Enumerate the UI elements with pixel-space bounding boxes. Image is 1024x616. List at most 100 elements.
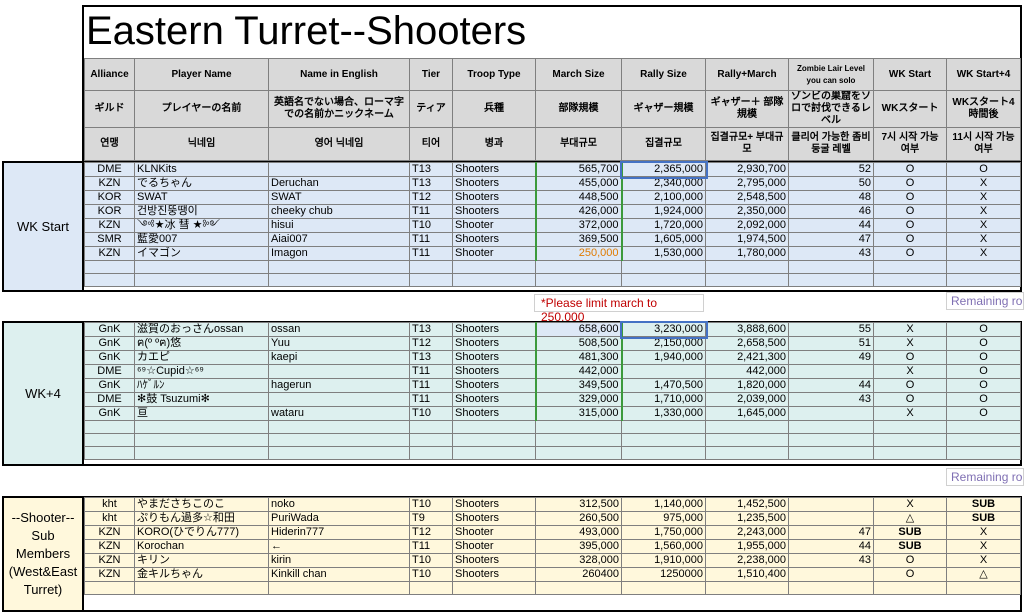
cell-rm[interactable]: 1,955,000 bbox=[705, 539, 789, 554]
cell-rm[interactable]: 2,243,000 bbox=[705, 525, 789, 540]
empty-cell[interactable] bbox=[873, 446, 947, 460]
cell-lair[interactable]: 49 bbox=[788, 350, 874, 365]
cell-alliance[interactable]: KOR bbox=[84, 204, 135, 219]
cell-rally[interactable]: 2,340,000 bbox=[621, 176, 706, 191]
cell-wk[interactable]: X bbox=[873, 322, 947, 337]
cell-alliance[interactable]: kht bbox=[84, 497, 135, 512]
cell-troop[interactable]: Shooters bbox=[452, 322, 536, 337]
cell-troop[interactable]: Shooters bbox=[452, 392, 536, 407]
cell-alliance[interactable]: KZN bbox=[84, 525, 135, 540]
cell-rm[interactable]: 1,974,500 bbox=[705, 232, 789, 247]
cell-tier[interactable]: T11 bbox=[409, 392, 453, 407]
cell-english[interactable]: Imagon bbox=[268, 246, 410, 261]
empty-cell[interactable] bbox=[705, 420, 789, 434]
cell-player[interactable]: ﾊｹﾞﾙﾝ bbox=[134, 378, 269, 393]
cell-troop[interactable]: Shooters bbox=[452, 336, 536, 351]
cell-player[interactable]: 건방진뚱땡이 bbox=[134, 204, 269, 219]
cell-alliance[interactable]: DME bbox=[84, 162, 135, 177]
empty-cell[interactable] bbox=[452, 273, 536, 287]
cell-alliance[interactable]: kht bbox=[84, 511, 135, 526]
cell-rally[interactable]: 2,150,000 bbox=[621, 336, 706, 351]
cell-march[interactable]: 260400 bbox=[535, 567, 622, 582]
cell-rally[interactable]: 1,470,500 bbox=[621, 378, 706, 393]
empty-cell[interactable] bbox=[409, 260, 453, 274]
empty-cell[interactable] bbox=[268, 273, 410, 287]
cell-lair[interactable] bbox=[788, 567, 874, 582]
cell-wk[interactable]: O bbox=[873, 350, 947, 365]
cell-english[interactable]: wataru bbox=[268, 406, 410, 421]
cell-player[interactable]: 滋賀のおっさんossan bbox=[134, 322, 269, 337]
cell-lair[interactable]: 51 bbox=[788, 336, 874, 351]
cell-wk4[interactable]: SUB bbox=[946, 511, 1021, 526]
cell-tier[interactable]: T10 bbox=[409, 497, 453, 512]
cell-wk4[interactable]: SUB bbox=[946, 497, 1021, 512]
cell-player[interactable]: カエピ bbox=[134, 350, 269, 365]
empty-cell[interactable] bbox=[946, 581, 1021, 595]
cell-lair[interactable]: 48 bbox=[788, 190, 874, 205]
cell-wk[interactable]: △ bbox=[873, 511, 947, 526]
empty-cell[interactable] bbox=[84, 446, 135, 460]
cell-march[interactable]: 565,700 bbox=[534, 162, 623, 177]
cell-march[interactable]: 426,000 bbox=[534, 204, 623, 219]
cell-wk4[interactable]: △ bbox=[946, 567, 1021, 582]
cell-rm[interactable]: 3,888,600 bbox=[705, 322, 789, 337]
cell-march[interactable]: 329,000 bbox=[534, 392, 623, 407]
cell-alliance[interactable]: KZN bbox=[84, 246, 135, 261]
cell-wk4[interactable]: X bbox=[946, 246, 1021, 261]
empty-cell[interactable] bbox=[946, 433, 1021, 447]
cell-troop[interactable]: Shooters bbox=[452, 162, 536, 177]
cell-tier[interactable]: T11 bbox=[409, 378, 453, 393]
cell-rm[interactable]: 2,092,000 bbox=[705, 218, 789, 233]
empty-cell[interactable] bbox=[535, 260, 622, 274]
cell-wk[interactable]: O bbox=[873, 567, 947, 582]
empty-cell[interactable] bbox=[621, 420, 706, 434]
cell-lair[interactable] bbox=[788, 406, 874, 421]
cell-english[interactable]: Kinkill chan bbox=[268, 567, 410, 582]
cell-tier[interactable]: T11 bbox=[409, 246, 453, 261]
cell-rally[interactable]: 3,230,000 bbox=[619, 320, 708, 339]
cell-player[interactable]: イマゴン bbox=[134, 246, 269, 261]
cell-march[interactable]: 369,500 bbox=[534, 232, 623, 247]
cell-alliance[interactable]: KZN bbox=[84, 218, 135, 233]
cell-english[interactable]: ossan bbox=[268, 322, 410, 337]
cell-march[interactable]: 442,000 bbox=[534, 364, 623, 379]
empty-cell[interactable] bbox=[409, 433, 453, 447]
cell-rm[interactable]: 1,820,000 bbox=[705, 378, 789, 393]
cell-rally[interactable]: 1,330,000 bbox=[621, 406, 706, 421]
cell-english[interactable]: kaepi bbox=[268, 350, 410, 365]
empty-cell[interactable] bbox=[409, 581, 453, 595]
cell-wk4[interactable]: O bbox=[946, 392, 1021, 407]
cell-march[interactable]: 250,000 bbox=[534, 246, 623, 261]
cell-rm[interactable]: 1,510,400 bbox=[705, 567, 789, 582]
cell-wk4[interactable]: X bbox=[946, 539, 1021, 554]
empty-cell[interactable] bbox=[84, 273, 135, 287]
cell-troop[interactable]: Shooters bbox=[452, 406, 536, 421]
cell-player[interactable]: キリン bbox=[134, 553, 269, 568]
cell-wk4[interactable]: O bbox=[946, 322, 1021, 337]
cell-player[interactable]: 藍愛007 bbox=[134, 232, 269, 247]
cell-troop[interactable]: Shooters bbox=[452, 553, 536, 568]
cell-wk4[interactable]: O bbox=[946, 364, 1021, 379]
cell-wk[interactable]: O bbox=[873, 218, 947, 233]
cell-wk[interactable]: O bbox=[873, 392, 947, 407]
cell-alliance[interactable]: DME bbox=[84, 392, 135, 407]
empty-cell[interactable] bbox=[705, 260, 789, 274]
cell-lair[interactable]: 43 bbox=[788, 553, 874, 568]
empty-cell[interactable] bbox=[134, 420, 269, 434]
cell-english[interactable]: kirin bbox=[268, 553, 410, 568]
empty-cell[interactable] bbox=[788, 446, 874, 460]
cell-alliance[interactable]: GnK bbox=[84, 406, 135, 421]
empty-cell[interactable] bbox=[873, 260, 947, 274]
cell-march[interactable]: 493,000 bbox=[535, 525, 622, 540]
cell-english[interactable]: noko bbox=[268, 497, 410, 512]
empty-cell[interactable] bbox=[788, 273, 874, 287]
cell-english[interactable] bbox=[268, 392, 410, 407]
cell-english[interactable] bbox=[268, 364, 410, 379]
empty-cell[interactable] bbox=[621, 273, 706, 287]
cell-english[interactable]: Yuu bbox=[268, 336, 410, 351]
cell-wk[interactable]: O bbox=[873, 553, 947, 568]
cell-player[interactable]: 亘 bbox=[134, 406, 269, 421]
empty-cell[interactable] bbox=[535, 273, 622, 287]
cell-wk4[interactable]: X bbox=[946, 525, 1021, 540]
cell-wk4[interactable]: O bbox=[946, 378, 1021, 393]
